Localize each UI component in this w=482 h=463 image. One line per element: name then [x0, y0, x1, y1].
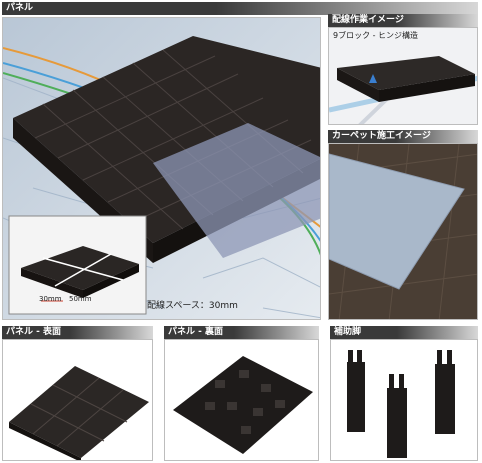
main-hero-image: 30mm 50mm 配線スペース：30mm [2, 17, 321, 320]
back-header: パネル - 裏面 [164, 326, 319, 339]
panel-back-image [164, 339, 319, 461]
carpet-header: カーペット施工イメージ [328, 130, 478, 143]
wiring-header: 配線作業イメージ [328, 14, 478, 27]
hinge-structure-label: 9ブロック - ヒンジ構造 [333, 31, 419, 40]
aux-leg-header: 補助脚 [330, 326, 478, 339]
aux-leg-title: 補助脚 [334, 327, 362, 337]
aux-leg-illustration [347, 350, 455, 458]
back-title: パネル - 裏面 [168, 327, 224, 337]
panel-back-illustration [173, 356, 313, 454]
front-header: パネル - 表面 [2, 326, 153, 339]
dim-label-50mm: 50mm [69, 295, 92, 303]
carpet-tile-illustration [329, 144, 477, 319]
wiring-title: 配線作業イメージ [332, 15, 404, 25]
raised-floor-panel-illustration [3, 18, 320, 319]
panel-front-image [2, 339, 153, 461]
panel-front-illustration [9, 366, 149, 460]
front-title: パネル - 表面 [6, 327, 62, 337]
main-section-title: パネル [6, 3, 34, 13]
aux-leg-image [330, 339, 478, 461]
wiring-space-label: 配線スペース：30mm [147, 301, 238, 311]
wiring-image: 9ブロック - ヒンジ構造 [328, 27, 478, 125]
hinge-block-illustration [329, 56, 477, 124]
carpet-image [328, 143, 478, 320]
carpet-title: カーペット施工イメージ [332, 131, 431, 141]
dim-label-30mm: 30mm [39, 295, 62, 303]
